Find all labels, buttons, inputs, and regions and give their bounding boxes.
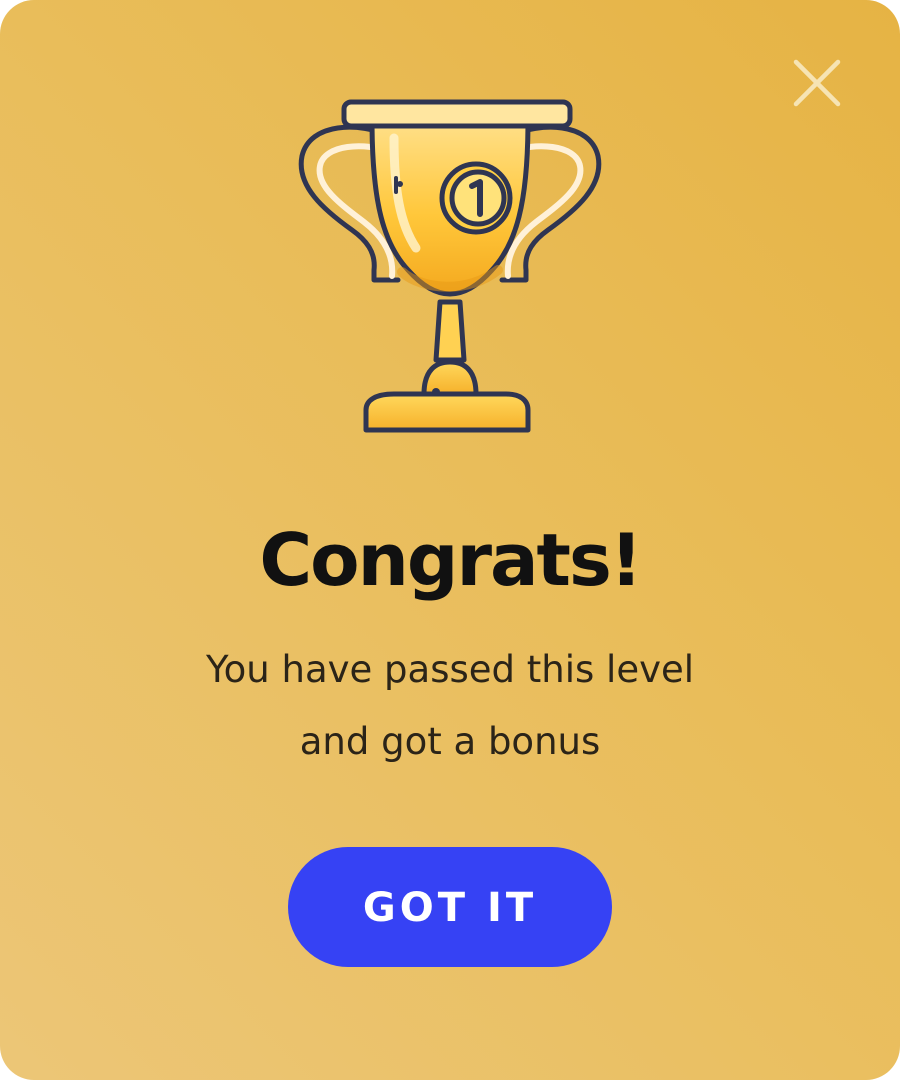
trophy-illustration xyxy=(290,94,610,440)
congrats-dialog: Congrats! You have passed this level and… xyxy=(0,0,900,1080)
trophy-icon xyxy=(298,99,602,433)
message-line-1: You have passed this level xyxy=(205,648,695,691)
dialog-title: Congrats! xyxy=(259,518,642,602)
dialog-message: You have passed this level and got a bon… xyxy=(150,634,750,778)
message-line-2: and got a bonus xyxy=(299,720,601,763)
close-icon xyxy=(793,59,841,107)
got-it-button[interactable]: GOT IT xyxy=(288,847,612,967)
close-button[interactable] xyxy=(788,54,846,112)
